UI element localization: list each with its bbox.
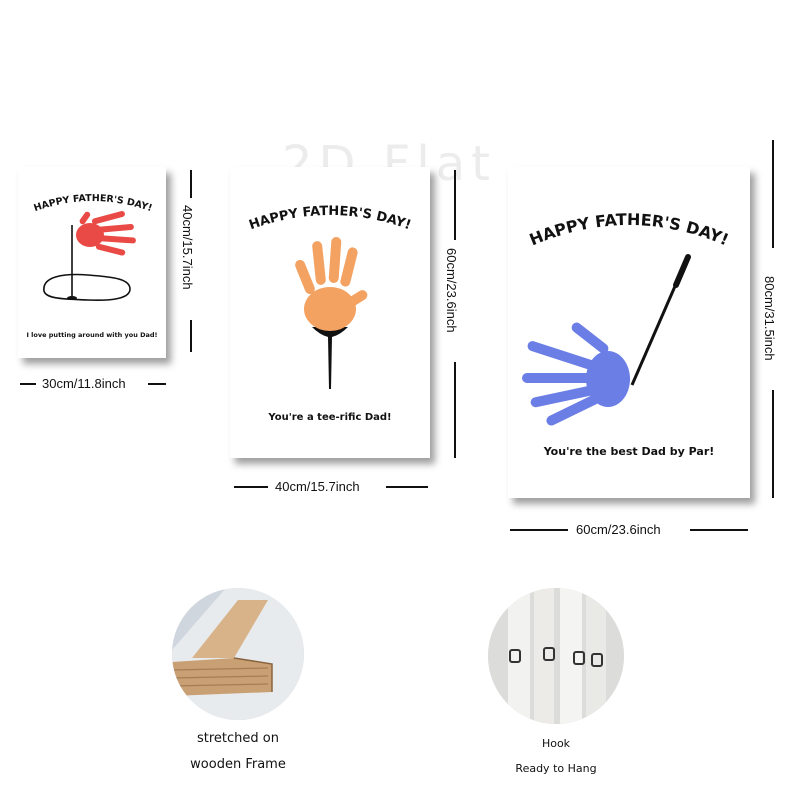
dimension-line — [190, 320, 192, 352]
canvas-medium-width-label: 40cm/15.7inch — [275, 479, 360, 494]
golf-club-grip — [673, 254, 691, 288]
canvas-medium-height-label: 60cm/23.6inch — [444, 248, 459, 333]
canvas-medium-message: You're a tee-rific Dad! — [268, 412, 392, 423]
canvas-small-artwork: HAPPY FATHER'S DAY! — [32, 193, 154, 302]
dimension-line — [454, 362, 456, 458]
hook-caption-line1: Hook — [541, 737, 571, 750]
blue-handprint — [522, 322, 630, 426]
canvas-small-message: I love putting around with you Dad! — [26, 331, 158, 339]
canvas-medium: HAPPY FATHER'S DAY! You're a tee-rific D… — [230, 167, 430, 458]
dimension-line — [454, 170, 456, 240]
frame-caption-line1: stretched on — [197, 731, 279, 746]
dimension-line — [386, 486, 428, 488]
dimension-line — [234, 486, 268, 488]
golf-green-outline — [43, 273, 131, 302]
wooden-frame-illustration — [172, 588, 304, 720]
frame-caption-line2: wooden Frame — [190, 757, 286, 772]
hook-illustration — [488, 588, 624, 724]
canvas-large-height-label: 80cm/31.5inch — [762, 276, 777, 361]
dimension-line — [190, 170, 192, 198]
dimension-line — [20, 383, 36, 385]
canvas-medium-title: HAPPY FATHER'S DAY! — [247, 204, 413, 233]
canvas-large-width-label: 60cm/23.6inch — [576, 522, 661, 537]
dimension-line — [148, 383, 166, 385]
hook-caption-line2: Ready to Hang — [515, 762, 597, 775]
canvas-small-width-label: 30cm/11.8inch — [42, 376, 126, 391]
canvas-large: HAPPY FATHER'S DAY! You're the best Dad … — [508, 167, 750, 498]
golf-tee — [312, 327, 348, 389]
orange-handprint — [295, 237, 368, 331]
canvas-large-title: HAPPY FATHER'S DAY! — [527, 210, 732, 250]
red-handprint — [76, 210, 136, 256]
wooden-frame-photo — [172, 588, 304, 720]
dimension-line — [772, 140, 774, 248]
dimension-line — [690, 529, 748, 531]
hook-photo — [488, 588, 624, 724]
dimension-line — [772, 390, 774, 498]
dimension-line — [510, 529, 568, 531]
canvas-small-height-label: 40cm/15.7inch — [180, 205, 195, 290]
canvas-large-message: You're the best Dad by Par! — [543, 445, 715, 458]
canvas-small: HAPPY FATHER'S DAY! I love putting aroun… — [18, 167, 166, 358]
canvas-small-title: HAPPY FATHER'S DAY! — [32, 193, 153, 214]
